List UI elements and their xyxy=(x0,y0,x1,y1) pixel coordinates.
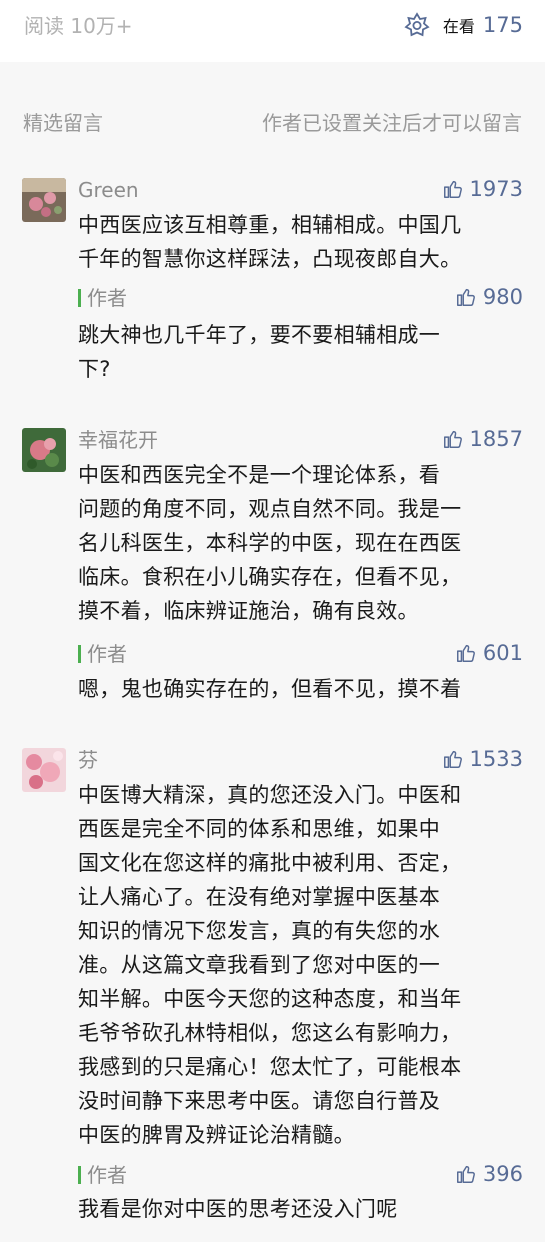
author-reply-label: 作者 xyxy=(78,1161,127,1189)
comment-line: 名儿科医生，本科学的中医，现在在西医 xyxy=(78,531,462,555)
article-stats-bar: 阅读 10万+ 在看 175 xyxy=(0,0,545,62)
author-reply-bar xyxy=(78,1166,81,1184)
comment-nickname[interactable]: Green xyxy=(78,176,139,204)
comment-line: 临床。食积在小儿确实存在，但看不见， xyxy=(78,565,462,589)
comment-line: 国文化在您这样的痛批中被利用、否定， xyxy=(78,851,462,875)
author-reply-text: 跳大神也几千年了，要不要相辅相成一 下? xyxy=(78,318,526,386)
thumbs-up-icon xyxy=(443,430,462,448)
reply-like-button[interactable]: 396 xyxy=(455,1159,523,1189)
comment-line: 知识的情况下您发言，真的有失您的水 xyxy=(78,919,441,943)
comment-line: 没时间静下来思考中医。请您自行普及 xyxy=(78,1089,441,1113)
comment-text: 中医和西医完全不是一个理论体系，看 问题的角度不同，观点自然不同。我是一 名儿科… xyxy=(78,458,526,628)
reply-like-button[interactable]: 601 xyxy=(455,638,523,668)
like-count: 1533 xyxy=(469,747,523,771)
comment-text: 中西医应该互相尊重，相辅相成。中国几 千年的智慧你这样踩法，凸现夜郎自大。 xyxy=(78,208,526,276)
like-count: 1857 xyxy=(469,427,523,451)
like-button[interactable]: 1973 xyxy=(442,174,523,204)
comment-line: 知半解。中医今天您的这种态度，和当年 xyxy=(78,987,462,1011)
author-label: 作者 xyxy=(87,286,127,310)
comment-permission-note: 作者已设置关注后才可以留言 xyxy=(262,111,522,135)
thumbs-up-icon xyxy=(456,288,475,306)
thumbs-up-icon xyxy=(456,644,475,662)
author-reply-label: 作者 xyxy=(78,640,127,668)
author-label: 作者 xyxy=(87,1163,127,1187)
like-button[interactable]: 1857 xyxy=(442,424,523,454)
comments-header: 精选留言 作者已设置关注后才可以留言 xyxy=(0,94,545,154)
flower-icon xyxy=(404,12,430,37)
comment-line: 西医是完全不同的体系和思维，如果中 xyxy=(78,817,441,841)
comment-line: 我感到的只是痛心！您太忙了，可能根本 xyxy=(78,1055,462,1079)
read-count: 阅读 10万+ xyxy=(24,14,133,38)
section-title: 精选留言 xyxy=(23,111,103,135)
comment-line: 让人痛心了。在没有绝对掌握中医基本 xyxy=(78,885,441,909)
comment-line: 问题的角度不同，观点自然不同。我是一 xyxy=(78,497,462,521)
reply-like-count: 396 xyxy=(482,1162,523,1186)
avatar[interactable] xyxy=(22,178,66,222)
comment-nickname[interactable]: 幸福花开 xyxy=(78,426,158,454)
reply-line: 跳大神也几千年了，要不要相辅相成一 xyxy=(78,323,441,347)
author-label: 作者 xyxy=(87,642,127,666)
thumbs-up-icon xyxy=(443,750,462,768)
reply-like-button[interactable]: 980 xyxy=(455,282,523,312)
comment-line: 中医的脾胃及辨证论治精髓。 xyxy=(78,1123,355,1147)
reply-line: 嗯，鬼也确实存在的，但看不见，摸不着 xyxy=(78,677,462,701)
author-reply-bar xyxy=(78,289,81,307)
author-reply-label: 作者 xyxy=(78,284,127,312)
like-count: 1973 xyxy=(469,177,523,201)
comment-line: 千年的智慧你这样踩法，凸现夜郎自大。 xyxy=(78,247,462,271)
thumbs-up-icon xyxy=(443,180,462,198)
author-reply-text: 我看是你对中医的思考还没入门呢 xyxy=(78,1192,526,1226)
avatar[interactable] xyxy=(22,428,66,472)
like-button[interactable]: 1533 xyxy=(442,744,523,774)
comment-line: 中西医应该互相尊重，相辅相成。中国几 xyxy=(78,213,462,237)
comment-line: 中医和西医完全不是一个理论体系，看 xyxy=(78,463,441,487)
comment-line: 摸不着，临床辨证施治，确有良效。 xyxy=(78,599,419,623)
watching-button[interactable]: 在看 175 xyxy=(403,10,523,40)
comment-line: 毛爷爷砍孔林特相似，您这么有影响力， xyxy=(78,1021,462,1045)
comment-line: 中医博大精深，真的您还没入门。中医和 xyxy=(78,783,462,807)
reply-like-count: 601 xyxy=(482,641,523,665)
watching-label: 在看 xyxy=(442,17,475,36)
reply-like-count: 980 xyxy=(482,285,523,309)
reply-line: 下? xyxy=(78,357,111,381)
reply-line: 我看是你对中医的思考还没入门呢 xyxy=(78,1197,398,1221)
author-reply-bar xyxy=(78,645,81,663)
comment-nickname[interactable]: 芬 xyxy=(78,746,98,774)
comment-line: 准。从这篇文章我看到了您对中医的一 xyxy=(78,953,441,977)
author-reply-text: 嗯，鬼也确实存在的，但看不见，摸不着 xyxy=(78,672,526,706)
thumbs-up-icon xyxy=(456,1165,475,1183)
watching-count: 175 xyxy=(482,13,523,37)
avatar[interactable] xyxy=(22,748,66,792)
comment-text: 中医博大精深，真的您还没入门。中医和 西医是完全不同的体系和思维，如果中 国文化… xyxy=(78,778,526,1152)
